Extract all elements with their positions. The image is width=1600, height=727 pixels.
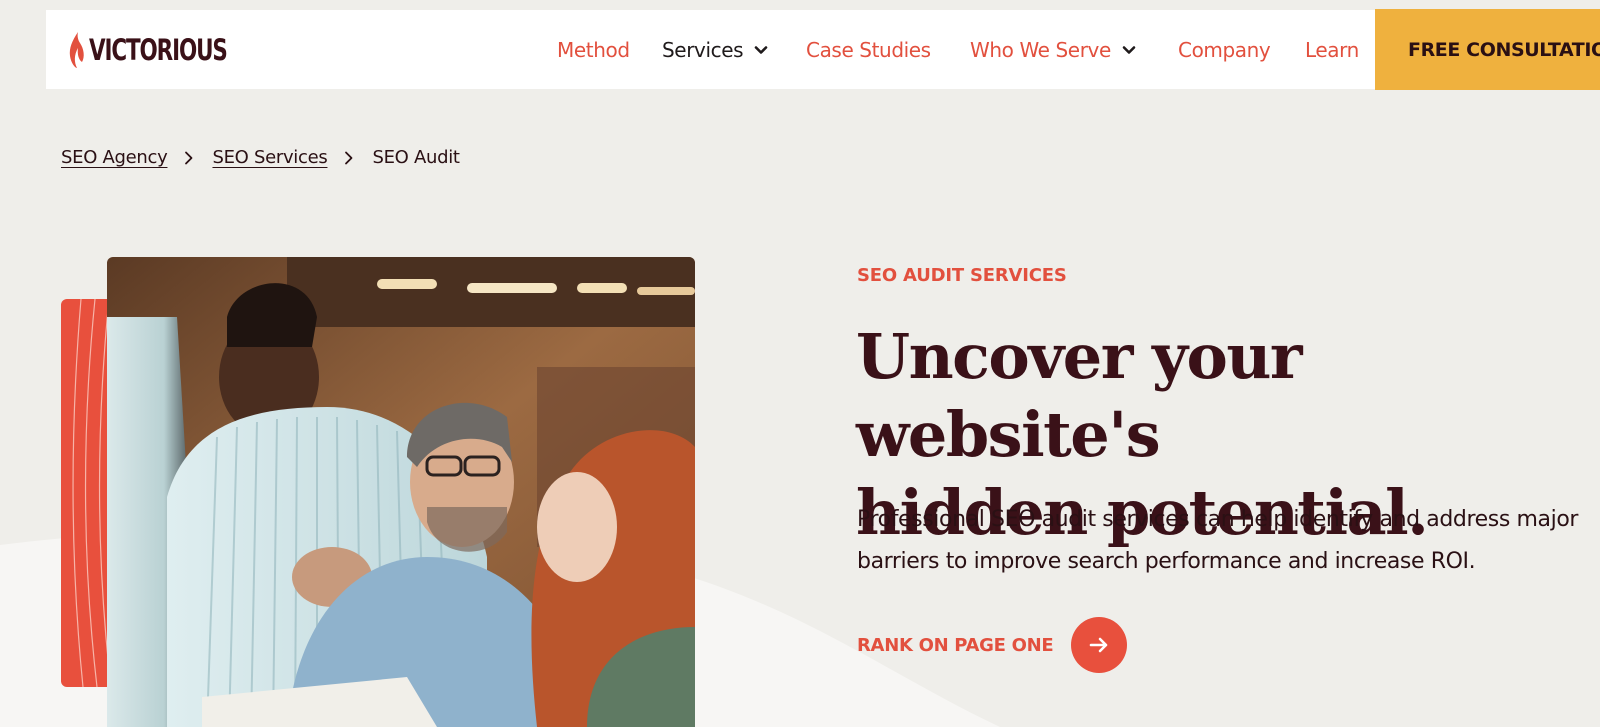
free-consultation-button[interactable]: FREE CONSULTATION bbox=[1375, 9, 1600, 90]
chevron-down-icon bbox=[1122, 46, 1136, 54]
nav-item-label: Method bbox=[557, 38, 630, 62]
hero-eyebrow: SEO AUDIT SERVICES bbox=[857, 265, 1067, 286]
cta-link-label: RANK ON PAGE ONE bbox=[857, 634, 1054, 656]
chevron-right-icon bbox=[185, 151, 193, 164]
hero-subtitle-line: Professional SEO audit services can help… bbox=[857, 507, 1579, 532]
breadcrumb-link-seo-services[interactable]: SEO Services bbox=[212, 147, 327, 168]
rank-on-page-one-link[interactable]: RANK ON PAGE ONE bbox=[857, 617, 1128, 673]
nav-item-label: Company bbox=[1178, 38, 1271, 62]
nav-item-services[interactable]: Services bbox=[662, 37, 768, 63]
breadcrumb-link-seo-agency[interactable]: SEO Agency bbox=[61, 147, 168, 168]
nav-item-label: Case Studies bbox=[806, 38, 931, 62]
main-nav: Method Services Case Studies Who We Serv… bbox=[46, 9, 1600, 90]
nav-item-company[interactable]: Company bbox=[1178, 37, 1271, 63]
nav-item-learn[interactable]: Learn bbox=[1305, 37, 1359, 63]
hero-subtitle: Professional SEO audit services can help… bbox=[857, 499, 1600, 585]
chevron-down-icon bbox=[754, 46, 768, 54]
hero-title-line: Uncover your website's bbox=[856, 320, 1303, 471]
nav-item-method[interactable]: Method bbox=[557, 37, 630, 63]
nav-item-label: Services bbox=[662, 38, 744, 62]
hero-subtitle-line: barriers to improve search performance a… bbox=[857, 549, 1476, 574]
nav-item-label: Learn bbox=[1305, 38, 1359, 62]
site-header: VICTORIOUS Method Services Case Studies … bbox=[46, 9, 1600, 90]
breadcrumb: SEO Agency SEO Services SEO Audit bbox=[61, 147, 460, 168]
arrow-right-icon[interactable] bbox=[1071, 617, 1128, 673]
chevron-right-icon bbox=[345, 151, 353, 164]
breadcrumb-current: SEO Audit bbox=[372, 147, 460, 168]
nav-item-label: Who We Serve bbox=[970, 38, 1111, 62]
hero-photo bbox=[107, 257, 695, 727]
nav-item-who-we-serve[interactable]: Who We Serve bbox=[970, 37, 1136, 63]
nav-item-case-studies[interactable]: Case Studies bbox=[806, 37, 931, 63]
